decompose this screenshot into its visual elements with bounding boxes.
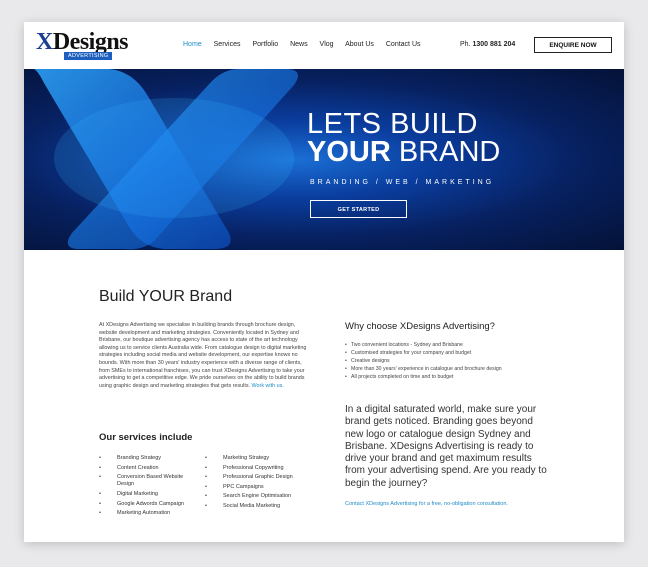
list-item: More than 30 years' experience in catalo… xyxy=(345,365,502,373)
get-started-button[interactable]: GET STARTED xyxy=(310,200,407,218)
list-item: Conversion Based Website Design xyxy=(99,474,197,488)
work-with-us-link[interactable]: Work with us. xyxy=(252,383,284,389)
section-title: Build YOUR Brand xyxy=(99,288,233,305)
logo-wordmark: XDesigns xyxy=(36,29,129,55)
why-choose-list: Two convenient locations - Sydney and Br… xyxy=(345,341,502,381)
list-item: Search Engine Optimisation xyxy=(205,493,305,500)
logo-subtitle: ADVERTISING xyxy=(64,52,113,60)
list-item: All projects completed on time and to bu… xyxy=(345,373,502,381)
list-item: Content Creation xyxy=(99,465,197,472)
brand-statement: In a digital saturated world, make sure … xyxy=(345,404,547,489)
list-item: Google Adwords Campaign xyxy=(99,501,197,508)
xdesigns-logo[interactable]: XDesigns ADVERTISING xyxy=(36,29,129,60)
hero-tagline: BRANDING / WEB / MARKETING xyxy=(310,179,495,186)
phone-digits: 1300 881 204 xyxy=(472,41,516,48)
hero-banner: LETS BUILD YOUR BRAND BRANDING / WEB / M… xyxy=(24,69,624,250)
nav-vlog[interactable]: Vlog xyxy=(320,41,334,48)
list-item: Two convenient locations - Sydney and Br… xyxy=(345,341,502,349)
site-header: XDesigns ADVERTISING Home Services Portf… xyxy=(24,22,624,69)
services-list-left: Branding Strategy Content Creation Conve… xyxy=(99,455,197,520)
website-page: XDesigns ADVERTISING Home Services Portf… xyxy=(24,22,624,542)
nav-services[interactable]: Services xyxy=(214,41,241,48)
hero-heading-line2: YOUR BRAND xyxy=(307,137,500,167)
why-choose-title: Why choose XDesigns Advertising? xyxy=(345,321,495,332)
list-item: Digital Marketing xyxy=(99,491,197,498)
nav-news[interactable]: News xyxy=(290,41,308,48)
phone-prefix: Ph. xyxy=(460,41,471,48)
contact-consultation-link[interactable]: Contact XDesigns Advertising for a free,… xyxy=(345,501,508,507)
hero-heading-rest: BRAND xyxy=(390,136,501,168)
main-nav: Home Services Portfolio News Vlog About … xyxy=(183,41,431,48)
intro-paragraph: At XDesigns Advertising we specialise in… xyxy=(99,322,311,390)
services-title: Our services include xyxy=(99,432,193,443)
hero-heading-line1: LETS BUILD xyxy=(307,108,478,140)
list-item: Branding Strategy xyxy=(99,455,197,462)
phone-number[interactable]: Ph. 1300 881 204 xyxy=(460,41,515,48)
nav-about-us[interactable]: About Us xyxy=(345,41,374,48)
intro-text: At XDesigns Advertising we specialise in… xyxy=(99,322,307,389)
nav-contact-us[interactable]: Contact Us xyxy=(386,41,421,48)
hero-heading-bold: YOUR xyxy=(307,136,391,168)
list-item: Social Media Marketing xyxy=(205,503,305,510)
nav-portfolio[interactable]: Portfolio xyxy=(252,41,278,48)
list-item: Creative designs xyxy=(345,357,502,365)
list-item: Customised strategies for your company a… xyxy=(345,349,502,357)
list-item: Marketing Automation xyxy=(99,510,197,517)
enquire-now-button[interactable]: ENQUIRE NOW xyxy=(534,37,612,53)
list-item: PPC Campaigns xyxy=(205,484,305,491)
list-item: Professional Copywriting xyxy=(205,465,305,472)
nav-home[interactable]: Home xyxy=(183,41,202,48)
x-logo-graphic xyxy=(34,69,298,250)
list-item: Professional Graphic Design xyxy=(205,474,305,481)
services-list-right: Marketing Strategy Professional Copywrit… xyxy=(205,455,305,513)
list-item: Marketing Strategy xyxy=(205,455,305,462)
